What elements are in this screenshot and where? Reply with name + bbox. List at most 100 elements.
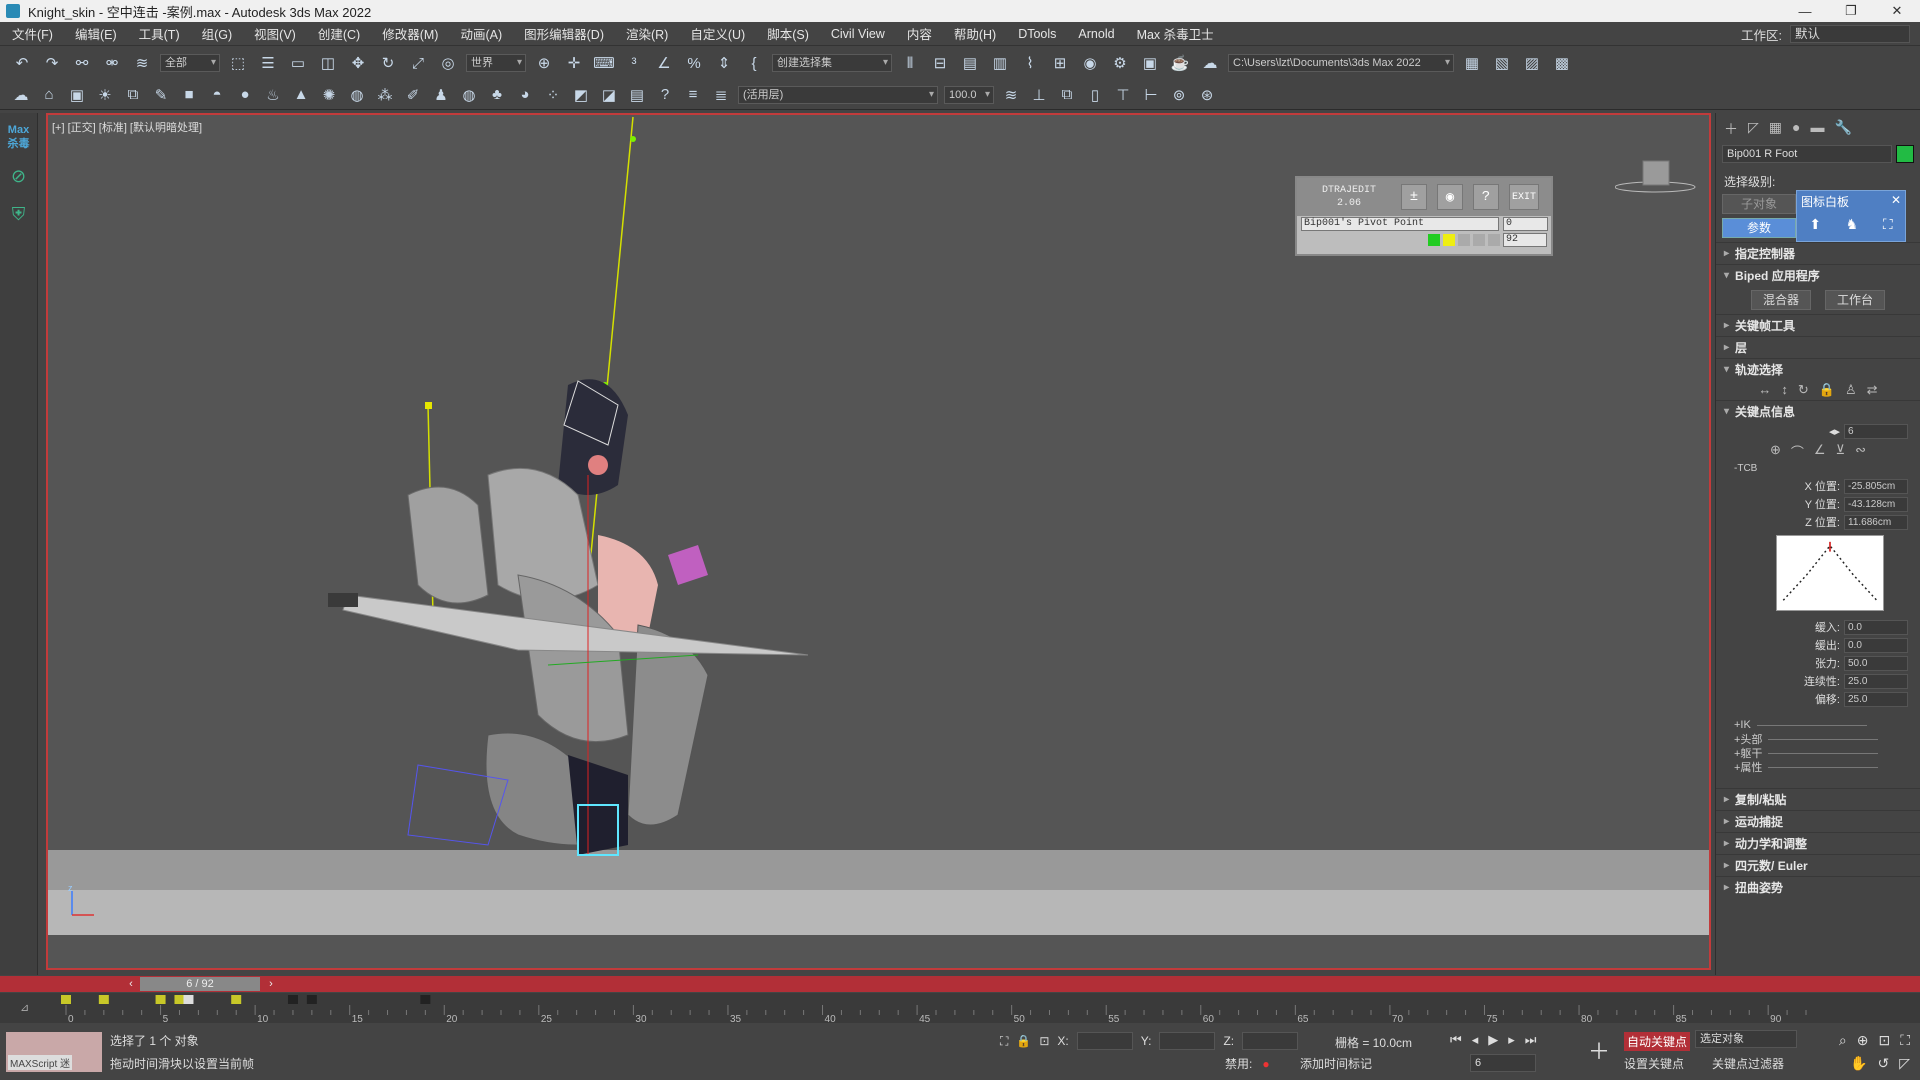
add-time-tag[interactable]: 添加时间标记 <box>1300 1055 1372 1072</box>
rollout-motion-capture[interactable]: ▸ 运动捕捉 <box>1716 810 1920 832</box>
modify-tab-icon[interactable]: ◸ <box>1748 119 1759 135</box>
y-position-field[interactable]: -43.128cm <box>1844 496 1908 512</box>
menu-arnold[interactable]: Arnold <box>1078 27 1114 41</box>
time-slider-bar[interactable]: ‹ 6 / 92 › <box>0 976 1920 992</box>
home-icon[interactable]: ⌂ <box>38 83 60 107</box>
set-key-big-icon[interactable]: ＋ <box>1588 1034 1610 1066</box>
menu-content[interactable]: 内容 <box>907 24 932 43</box>
menu-group[interactable]: 组(G) <box>202 24 233 43</box>
menu-file[interactable]: 文件(F) <box>12 24 53 43</box>
rollout-copy-paste[interactable]: ▸ 复制/粘贴 <box>1716 788 1920 810</box>
tree-icon[interactable]: ⊤ <box>1112 83 1134 107</box>
maxscript-listener[interactable]: MAXScript 迷 <box>6 1032 102 1072</box>
stack-icon[interactable]: ≋ <box>1000 83 1022 107</box>
scale-icon[interactable]: ⤢ <box>406 51 430 75</box>
utilities-tab-icon[interactable]: 🔧 <box>1834 119 1851 135</box>
ball-icon[interactable]: ◕ <box>514 83 536 107</box>
rollout-keyframe-tools[interactable]: ▸ 关键帧工具 <box>1716 314 1920 336</box>
key-filters-button[interactable]: 关键点过滤器 <box>1712 1055 1784 1072</box>
select-by-name-icon[interactable]: ☰ <box>256 51 280 75</box>
menu-civil-view[interactable]: Civil View <box>831 27 885 41</box>
angle-snap-icon[interactable]: ∠ <box>652 51 676 75</box>
extra-ik[interactable]: +IK <box>1716 718 1920 732</box>
light-sphere-icon[interactable]: ◍ <box>346 83 368 107</box>
next-frame-icon[interactable]: ▸ <box>1508 1032 1515 1048</box>
opposite-track-icon[interactable]: ⇄ <box>1867 382 1878 398</box>
key-mode-dropdown[interactable]: 选定对象 <box>1695 1030 1797 1048</box>
viewport-label[interactable]: [+] [正交] [标准] [默认明暗处理] <box>52 119 202 135</box>
dtrajedit-color-green[interactable] <box>1428 234 1440 246</box>
pin-icon[interactable]: ⊥ <box>1028 83 1050 107</box>
bias-field[interactable]: 25.0 <box>1844 691 1908 707</box>
menu-customize[interactable]: 自定义(U) <box>690 24 745 43</box>
sub-object-button[interactable]: 子对象 <box>1722 194 1796 214</box>
rotate-icon[interactable]: ↻ <box>376 51 400 75</box>
z-coord-field[interactable] <box>1242 1032 1299 1050</box>
rollout-layers[interactable]: ▸ 层 <box>1716 336 1920 358</box>
x-position-field[interactable]: -25.805cm <box>1844 478 1908 494</box>
place-icon[interactable]: ◎ <box>436 51 460 75</box>
popup-cursor-icon[interactable]: ⬆ <box>1809 216 1821 233</box>
record-icon[interactable]: ● <box>1262 1057 1269 1071</box>
dtrajedit-add-icon[interactable]: ± <box>1401 184 1427 210</box>
box-icon[interactable]: ■ <box>178 83 200 107</box>
spinner-snap-icon[interactable]: ⇕ <box>712 51 736 75</box>
sphere-icon[interactable]: ● <box>234 83 256 107</box>
zoom-value-field[interactable]: 100.0 <box>944 85 994 104</box>
orbit-icon[interactable]: ↺ <box>1877 1055 1889 1072</box>
extra-body[interactable]: +躯干 <box>1716 746 1920 760</box>
dtrajedit-start-field[interactable]: 0 <box>1503 217 1548 231</box>
selection-filter-dropdown[interactable]: 全部 <box>160 54 220 72</box>
cylinder-icon[interactable]: ⊚ <box>1168 83 1190 107</box>
project-create-icon[interactable]: ▨ <box>1520 51 1544 75</box>
render-setup-icon[interactable]: ⚙ <box>1108 51 1132 75</box>
project-open-icon[interactable]: ▧ <box>1490 51 1514 75</box>
link-icon[interactable]: ⚯ <box>70 51 94 75</box>
render-cloud-icon[interactable]: ☁ <box>1198 51 1222 75</box>
layer-dropdown[interactable]: (活用层) <box>738 85 938 104</box>
toggle-ribbon-icon[interactable]: ▥ <box>988 51 1012 75</box>
menu-scripting[interactable]: 脚本(S) <box>767 24 809 43</box>
menu-tools[interactable]: 工具(T) <box>139 24 180 43</box>
globe-icon[interactable]: ◍ <box>458 83 480 107</box>
dtrajedit-option-icon[interactable] <box>1458 234 1470 246</box>
set-key-button[interactable]: 设置关键点 <box>1624 1055 1684 1072</box>
time-prev-icon[interactable]: ‹ <box>124 977 138 991</box>
zoom-all-icon[interactable]: ⊕ <box>1857 1032 1869 1049</box>
extra-head[interactable]: +头部 <box>1716 732 1920 746</box>
track-bar[interactable]: ⊿ 0 5 10 15 20 25 30 35 40 45 50 55 60 65 70 75 80 85 90 <box>0 993 1920 1023</box>
unlink-icon[interactable]: ⚮ <box>100 51 124 75</box>
display-tab-icon[interactable]: ▬ <box>1810 119 1824 135</box>
teapot-icon[interactable]: ♨ <box>262 83 284 107</box>
hierarchy-icon[interactable]: ⊢ <box>1140 83 1162 107</box>
popup-close-icon[interactable]: ✕ <box>1891 193 1901 210</box>
workspace-dropdown[interactable]: 默认 <box>1790 25 1910 43</box>
manipulate-icon[interactable]: ✛ <box>562 51 586 75</box>
popup-frame-icon[interactable]: ⛶ <box>1883 216 1893 233</box>
rollout-key-info[interactable]: ▾ 关键点信息 <box>1716 400 1920 422</box>
layers-icon[interactable]: ≡ <box>682 83 704 107</box>
help-icon[interactable]: ? <box>654 83 676 107</box>
dots-icon[interactable]: ⁘ <box>542 83 564 107</box>
menu-modifiers[interactable]: 修改器(M) <box>382 24 438 43</box>
lock-icon[interactable]: 🔒 <box>1819 382 1835 398</box>
rect-selection-icon[interactable]: ▭ <box>286 51 310 75</box>
window-crossing-icon[interactable]: ◫ <box>316 51 340 75</box>
current-frame-field[interactable]: 6 <box>1470 1054 1536 1072</box>
material-editor-icon[interactable]: ◉ <box>1078 51 1102 75</box>
absolute-mode-icon[interactable]: ⊡ <box>1039 1034 1049 1048</box>
time-next-icon[interactable]: › <box>264 977 278 991</box>
z-position-field[interactable]: 11.686cm <box>1844 514 1908 530</box>
script-icon[interactable]: ✎ <box>150 83 172 107</box>
rollout-quaternion[interactable]: ▸ 四元数/ Euler <box>1716 854 1920 876</box>
menu-dtools[interactable]: DTools <box>1018 27 1056 41</box>
move-icon[interactable]: ✥ <box>346 51 370 75</box>
motion-tab-icon[interactable]: ● <box>1792 119 1800 135</box>
rollout-track-selection[interactable]: ▾ 轨迹选择 <box>1716 358 1920 380</box>
isolate-icon[interactable]: ⛶ <box>1000 1034 1008 1049</box>
continuity-field[interactable]: 25.0 <box>1844 673 1908 689</box>
popup-figure-icon[interactable]: ♞ <box>1846 216 1859 233</box>
auto-key-button[interactable]: 自动关键点 <box>1624 1032 1691 1051</box>
close-button[interactable]: ✕ <box>1874 0 1920 22</box>
key-curve-icon[interactable]: ⌒ <box>1791 442 1804 461</box>
